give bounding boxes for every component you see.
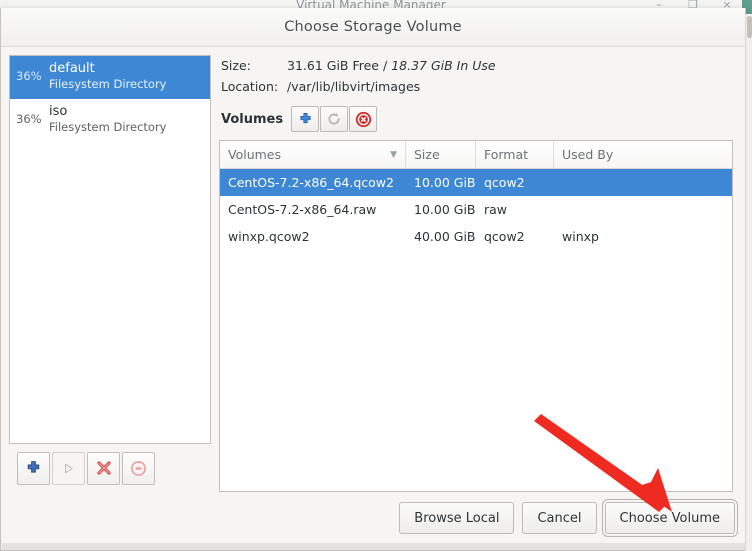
- dialog-titlebar: Choose Storage Volume: [1, 8, 745, 47]
- cell-volume-size: 10.00 GiB: [406, 175, 476, 190]
- storage-pool-column: 36% default Filesystem Directory 36% iso…: [9, 55, 211, 492]
- add-icon: [25, 460, 42, 477]
- pool-size-row: Size: 31.61 GiB Free / 18.37 GiB In Use: [219, 55, 733, 76]
- volume-column: Size: 31.61 GiB Free / 18.37 GiB In Use …: [219, 55, 737, 492]
- column-header-format[interactable]: Format: [476, 141, 554, 168]
- storage-pool-item-default[interactable]: 36% default Filesystem Directory: [10, 56, 210, 99]
- volumes-section-header: Volumes: [221, 104, 733, 134]
- table-row[interactable]: CentOS-7.2-x86_64.raw 10.00 GiB raw: [220, 196, 732, 223]
- table-row[interactable]: winxp.qcow2 40.00 GiB qcow2 winxp: [220, 223, 732, 250]
- pool-name: default: [49, 61, 166, 77]
- cell-volume-name: winxp.qcow2: [220, 229, 406, 244]
- volumes-table[interactable]: Volumes ▼ Size Format Used By: [219, 140, 733, 492]
- cell-volume-format: qcow2: [476, 175, 554, 190]
- cell-volume-size: 40.00 GiB: [406, 229, 476, 244]
- cell-volume-name: CentOS-7.2-x86_64.qcow2: [220, 175, 406, 190]
- pool-usage-percent: 36%: [16, 112, 42, 126]
- location-label: Location:: [221, 79, 287, 94]
- add-pool-button[interactable]: [17, 452, 50, 485]
- size-value: 31.61 GiB Free / 18.37 GiB In Use: [287, 58, 496, 73]
- stop-icon: [95, 459, 113, 477]
- play-icon: [61, 461, 76, 476]
- cell-volume-used-by: winxp: [554, 229, 732, 244]
- delete-volume-button[interactable]: [349, 106, 377, 132]
- location-value: /var/lib/libvirt/images: [287, 79, 420, 94]
- add-volume-icon: [298, 112, 313, 127]
- column-header-size[interactable]: Size: [406, 141, 476, 168]
- choose-volume-button[interactable]: Choose Volume: [605, 502, 735, 534]
- dialog-title: Choose Storage Volume: [284, 19, 462, 35]
- storage-pool-list[interactable]: 36% default Filesystem Directory 36% iso…: [9, 55, 211, 444]
- delete-pool-button: [122, 452, 155, 485]
- pool-type: Filesystem Directory: [49, 77, 166, 91]
- start-pool-button: [52, 452, 85, 485]
- cancel-button[interactable]: Cancel: [522, 502, 596, 534]
- column-header-used-by[interactable]: Used By: [554, 141, 732, 168]
- pool-type: Filesystem Directory: [49, 120, 166, 134]
- window-scrollbar-thumb[interactable]: [747, 16, 752, 38]
- volumes-label: Volumes: [221, 112, 283, 127]
- new-volume-button[interactable]: [291, 106, 319, 132]
- refresh-volumes-button: [320, 106, 348, 132]
- pool-location-row: Location: /var/lib/libvirt/images: [219, 76, 733, 97]
- column-header-volumes[interactable]: Volumes ▼: [220, 141, 406, 168]
- browse-local-button[interactable]: Browse Local: [399, 502, 514, 534]
- window-scrollbar[interactable]: [745, 14, 752, 551]
- size-separator: /: [383, 58, 387, 73]
- size-free-text: 31.61 GiB Free: [287, 58, 379, 73]
- dialog-footer: Browse Local Cancel Choose Volume: [1, 492, 745, 550]
- volumes-toolbar: [291, 106, 377, 132]
- pool-text: default Filesystem Directory: [49, 61, 166, 92]
- sort-descending-icon: ▼: [390, 150, 397, 160]
- cell-volume-name: CentOS-7.2-x86_64.raw: [220, 202, 406, 217]
- pool-usage-percent: 36%: [16, 69, 42, 83]
- column-header-label: Volumes: [228, 147, 281, 162]
- table-row[interactable]: CentOS-7.2-x86_64.qcow2 10.00 GiB qcow2: [220, 169, 732, 196]
- storage-pool-toolbar: [9, 444, 211, 492]
- size-in-use-text: 18.37 GiB In Use: [391, 58, 495, 73]
- size-label: Size:: [221, 58, 287, 73]
- choose-storage-volume-dialog: Choose Storage Volume 36% default Filesy…: [0, 8, 746, 551]
- storage-pool-item-iso[interactable]: 36% iso Filesystem Directory: [10, 99, 210, 142]
- volumes-table-body: CentOS-7.2-x86_64.qcow2 10.00 GiB qcow2 …: [220, 169, 732, 491]
- volumes-table-header: Volumes ▼ Size Format Used By: [220, 141, 732, 169]
- refresh-icon: [326, 111, 342, 127]
- pool-name: iso: [49, 104, 166, 120]
- column-header-label: Size: [414, 147, 440, 162]
- column-header-label: Used By: [562, 147, 613, 162]
- screen: Virtual Machine Manager – ❐ × Choose Sto…: [0, 0, 752, 551]
- delete-icon: [130, 460, 147, 477]
- cell-volume-size: 10.00 GiB: [406, 202, 476, 217]
- stop-pool-button[interactable]: [87, 452, 120, 485]
- cell-volume-format: qcow2: [476, 229, 554, 244]
- dialog-status-strip: [2, 543, 746, 550]
- pool-text: iso Filesystem Directory: [49, 104, 166, 135]
- column-header-label: Format: [484, 147, 528, 162]
- cell-volume-format: raw: [476, 202, 554, 217]
- delete-volume-icon: [355, 111, 372, 128]
- dialog-body: 36% default Filesystem Directory 36% iso…: [1, 47, 745, 492]
